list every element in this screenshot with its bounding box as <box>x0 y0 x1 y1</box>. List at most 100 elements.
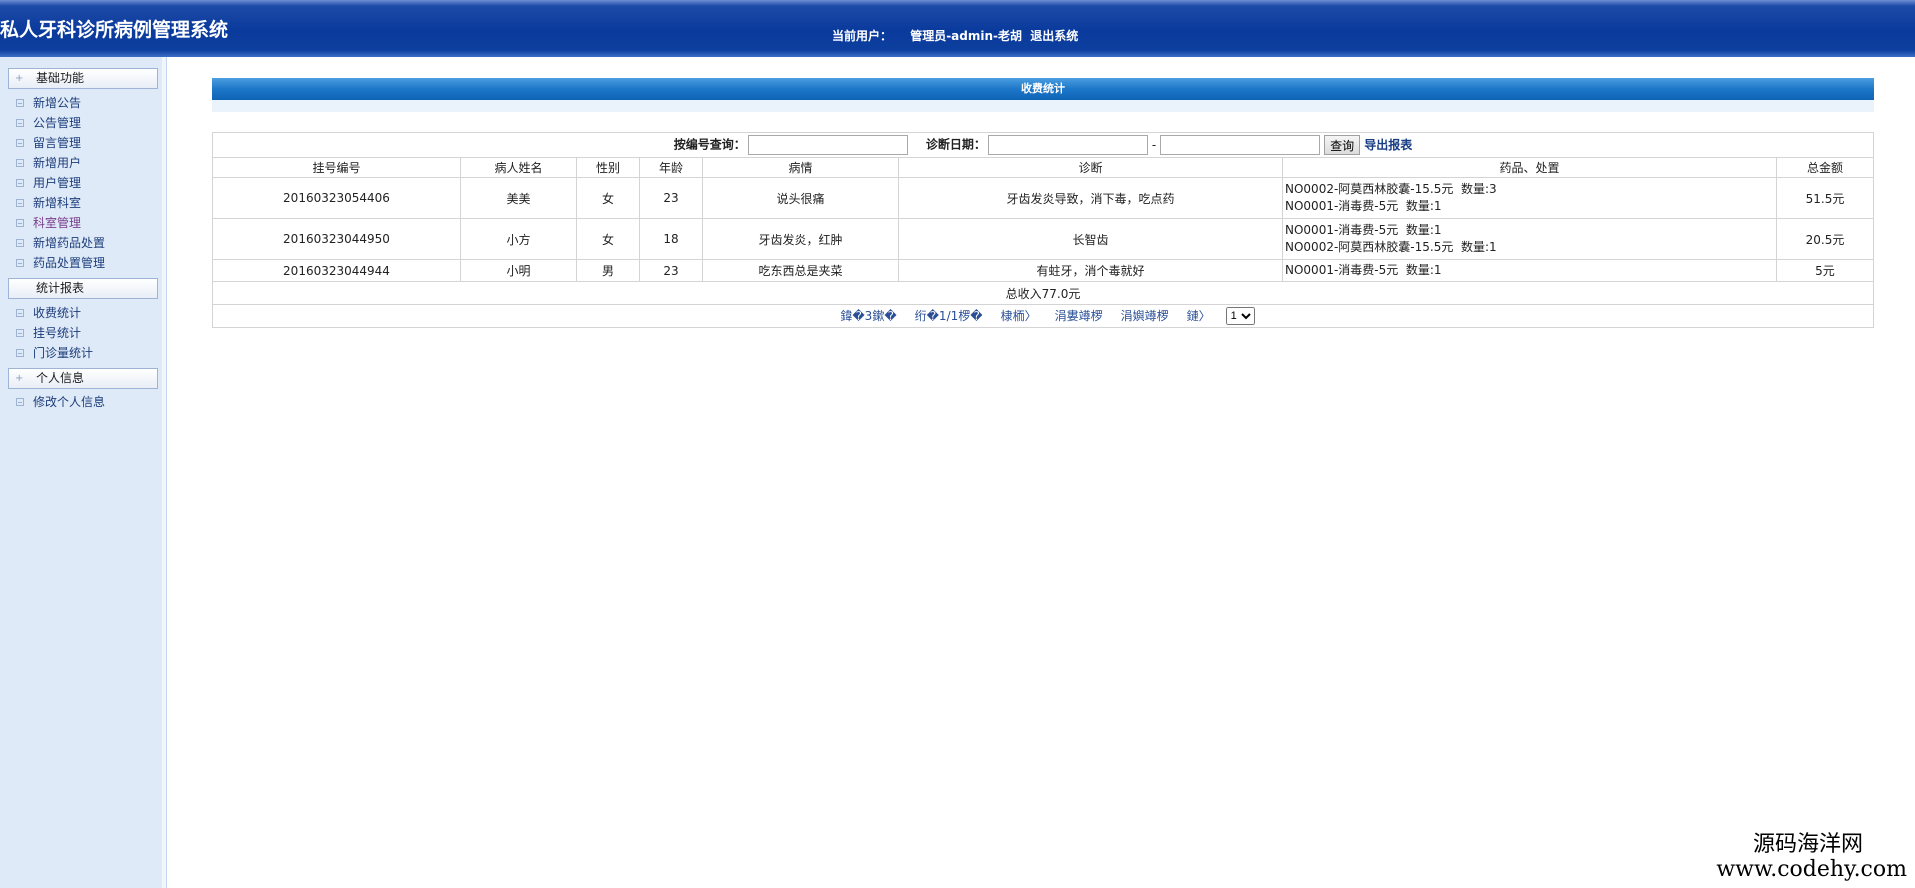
sidebar-section-reports[interactable]: 统计报表 <box>8 278 158 299</box>
column-header: 总金额 <box>1776 157 1874 178</box>
pager-record-count: 鍏�3鏉� <box>840 308 897 323</box>
cell-gender: 女 <box>576 218 640 260</box>
collapse-icon <box>16 138 24 147</box>
cell-total: 5元 <box>1776 259 1874 282</box>
diagnosis-date-label: 诊断日期： <box>925 137 986 152</box>
sidebar-item-notice-manage[interactable]: 公告管理 <box>16 114 81 132</box>
sidebar-item-label: 药品处置管理 <box>33 256 106 270</box>
cell-medicines: NO0002-阿莫西林胶囊-15.5元 数量:3 NO0001-消毒费-5元 数… <box>1282 177 1777 219</box>
column-header: 性别 <box>576 157 640 178</box>
logout-link[interactable]: 退出系统 <box>1030 29 1078 43</box>
column-header: 年龄 <box>639 157 703 178</box>
pager: 鍏�3鏉� 绗�1/1椤� 棣栭〉 涓婁竴椤 涓嬩竴椤 鏈〉 1 <box>212 304 1874 328</box>
sidebar-section-title: 个人信息 <box>36 371 85 385</box>
expand-icon: + <box>15 373 24 384</box>
search-row: 按编号查询： 诊断日期： - 查询 导出报表 <box>212 132 1874 158</box>
cell-patient-name: 小明 <box>460 259 577 282</box>
table-row: 20160323044950 小方 女 18 牙齿发炎，红肿 长智齿 NO000… <box>212 218 1874 260</box>
collapse-icon <box>16 198 24 207</box>
collapse-icon <box>16 397 24 406</box>
pager-last-link[interactable]: 鏈〉 <box>1187 309 1211 323</box>
sidebar-item-user-manage[interactable]: 用户管理 <box>16 174 81 192</box>
table-row: 20160323054406 美美 女 23 说头很痛 牙齿发炎导致，消下毒，吃… <box>212 177 1874 219</box>
sidebar-section-title: 统计报表 <box>36 281 85 295</box>
sidebar: + 基础功能 新增公告 公告管理 留言管理 新增用户 用户管理 新增科室 科室管… <box>0 57 167 888</box>
sidebar-item-fee-stats[interactable]: 收费统计 <box>16 304 81 322</box>
sidebar-item-label: 修改个人信息 <box>33 395 106 409</box>
current-user-label: 当前用户： <box>832 29 893 43</box>
sidebar-item-label: 留言管理 <box>33 136 82 150</box>
cell-patient-name: 美美 <box>460 177 577 219</box>
search-number-label: 按编号查询： <box>673 137 746 152</box>
sidebar-item-add-department[interactable]: 新增科室 <box>16 194 81 212</box>
page-select[interactable]: 1 <box>1225 307 1255 326</box>
sidebar-item-message-manage[interactable]: 留言管理 <box>16 134 81 152</box>
date-to-input[interactable] <box>1160 135 1321 155</box>
medicine-line: NO0001-消毒费-5元 数量:1 <box>1285 223 1442 237</box>
cell-reg-no: 20160323044944 <box>212 259 461 282</box>
cell-diagnosis: 牙齿发炎导致，消下毒，吃点药 <box>898 177 1283 219</box>
pager-next-link[interactable]: 涓嬩竴椤 <box>1121 309 1169 323</box>
collapse-icon <box>16 328 24 337</box>
cell-total: 51.5元 <box>1776 177 1874 219</box>
pager-page-indicator: 绗�1/1椤� <box>914 308 983 323</box>
cell-gender: 男 <box>576 259 640 282</box>
cell-reg-no: 20160323054406 <box>212 177 461 219</box>
search-number-input[interactable] <box>747 135 908 155</box>
pager-first-link[interactable]: 棣栭〉 <box>1001 309 1037 323</box>
sidebar-section-profile[interactable]: + 个人信息 <box>8 368 158 389</box>
medicine-line: NO0001-消毒费-5元 数量:1 <box>1285 199 1442 213</box>
search-bar: 按编号查询： 诊断日期： - 查询 导出报表 <box>216 135 1870 155</box>
fee-stats-table: 按编号查询： 诊断日期： - 查询 导出报表 挂号编号 病人姓名 性别 年龄 病情 诊断… <box>212 132 1874 328</box>
query-button[interactable]: 查询 <box>1324 135 1361 155</box>
sidebar-item-medicine-manage[interactable]: 药品处置管理 <box>16 254 105 272</box>
sidebar-section-basic[interactable]: + 基础功能 <box>8 68 158 89</box>
collapse-icon <box>16 308 24 317</box>
pager-prev-link[interactable]: 涓婁竴椤 <box>1055 309 1103 323</box>
sidebar-item-visit-stats[interactable]: 门诊量统计 <box>16 344 93 362</box>
cell-age: 23 <box>639 259 703 282</box>
export-report-link[interactable]: 导出报表 <box>1364 138 1412 152</box>
medicine-line: NO0002-阿莫西林胶囊-15.5元 数量:1 <box>1285 240 1497 254</box>
sidebar-item-label: 新增药品处置 <box>33 236 106 250</box>
column-header: 病人姓名 <box>460 157 577 178</box>
collapse-icon <box>16 178 24 187</box>
cell-reg-no: 20160323044950 <box>212 218 461 260</box>
collapse-icon <box>16 238 24 247</box>
sidebar-item-label: 科室管理 <box>33 216 82 230</box>
total-income-row: 总收入77.0元 <box>212 281 1874 305</box>
cell-age: 23 <box>639 177 703 219</box>
medicine-line: NO0002-阿莫西林胶囊-15.5元 数量:3 <box>1285 182 1497 196</box>
sidebar-item-add-medicine[interactable]: 新增药品处置 <box>16 234 105 252</box>
current-user-name: 管理员-admin-老胡 <box>910 29 1023 43</box>
watermark: 源码海洋网 www.codehy.com <box>1716 832 1907 882</box>
cell-diagnosis: 有蛀牙，消个毒就好 <box>898 259 1283 282</box>
watermark-title: 源码海洋网 <box>1752 832 1863 857</box>
date-separator: - <box>1151 137 1157 152</box>
collapse-icon <box>16 258 24 267</box>
app-title: 私人牙科诊所病例管理系统 <box>0 19 229 41</box>
collapse-icon <box>16 118 24 127</box>
sidebar-item-edit-profile[interactable]: 修改个人信息 <box>16 393 105 411</box>
cell-gender: 女 <box>576 177 640 219</box>
column-header: 诊断 <box>898 157 1283 178</box>
sidebar-item-department-manage[interactable]: 科室管理 <box>16 214 81 232</box>
watermark-url: www.codehy.com <box>1716 857 1907 882</box>
app-header: 私人牙科诊所病例管理系统 当前用户： 管理员-admin-老胡 退出系统 <box>0 0 1915 57</box>
sidebar-item-add-user[interactable]: 新增用户 <box>16 154 81 172</box>
total-income: 总收入77.0元 <box>212 281 1874 305</box>
sidebar-item-add-notice[interactable]: 新增公告 <box>16 94 81 112</box>
cell-patient-name: 小方 <box>460 218 577 260</box>
sidebar-item-label: 收费统计 <box>33 306 82 320</box>
sidebar-section-title: 基础功能 <box>36 71 85 85</box>
sidebar-item-label: 用户管理 <box>33 176 82 190</box>
panel-subbar <box>212 100 1874 112</box>
date-from-input[interactable] <box>987 135 1148 155</box>
collapse-icon <box>16 98 24 107</box>
collapse-icon <box>16 348 24 357</box>
user-bar: 当前用户： 管理员-admin-老胡 退出系统 <box>832 27 1092 44</box>
sidebar-item-label: 挂号统计 <box>33 326 82 340</box>
cell-condition: 牙齿发炎，红肿 <box>702 218 899 260</box>
table-row: 20160323044944 小明 男 23 吃东西总是夹菜 有蛀牙，消个毒就好… <box>212 259 1874 282</box>
sidebar-item-registration-stats[interactable]: 挂号统计 <box>16 324 81 342</box>
